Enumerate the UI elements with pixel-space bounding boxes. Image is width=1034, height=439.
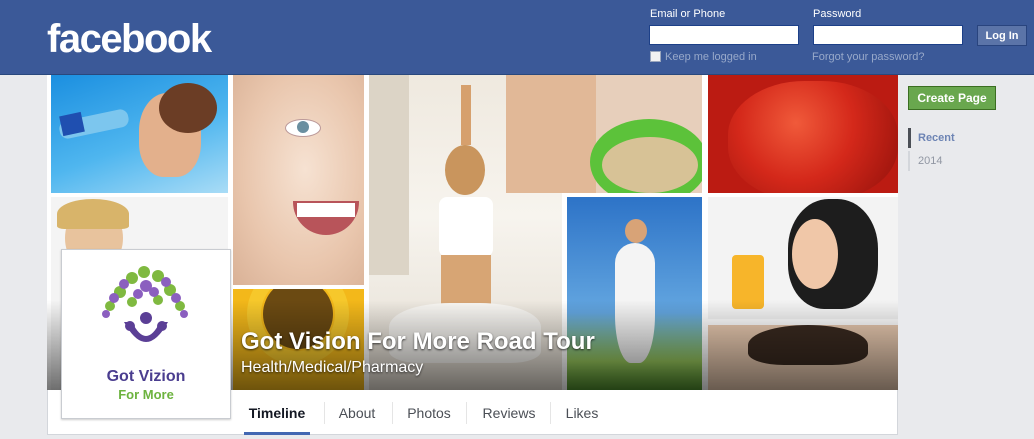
create-page-button[interactable]: Create Page xyxy=(908,86,996,110)
timeline-recent-link[interactable]: Recent xyxy=(918,132,955,144)
tree-logo-icon xyxy=(102,266,188,342)
page-category: Health/Medical/Pharmacy xyxy=(241,359,424,376)
tab-likes[interactable]: Likes xyxy=(560,390,604,435)
tab-reviews[interactable]: Reviews xyxy=(476,390,542,435)
cover-tile-cereal-bowl xyxy=(506,75,702,193)
cover-tile-drinking-water xyxy=(51,75,228,193)
tab-timeline[interactable]: Timeline xyxy=(244,390,310,435)
cover-tile-woman-face xyxy=(233,75,364,285)
password-input[interactable] xyxy=(813,25,963,45)
tab-about[interactable]: About xyxy=(328,390,386,435)
tab-divider xyxy=(324,402,325,424)
email-label: Email or Phone xyxy=(650,8,726,20)
tab-divider xyxy=(392,402,393,424)
tab-divider xyxy=(466,402,467,424)
cover-tile-apple xyxy=(708,75,898,193)
facebook-logo[interactable]: facebook xyxy=(47,17,212,62)
timeline-year-link[interactable]: 2014 xyxy=(918,155,942,167)
email-input[interactable] xyxy=(649,25,799,45)
login-button[interactable]: Log In xyxy=(977,25,1027,46)
page-title[interactable]: Got Vision For More Road Tour xyxy=(241,328,595,356)
profile-picture[interactable]: Got Vizion For More xyxy=(61,249,231,419)
year-marker xyxy=(908,151,910,171)
profile-logo-text: Got Vizion xyxy=(106,368,186,385)
password-label: Password xyxy=(813,8,862,20)
tab-divider xyxy=(550,402,551,424)
keep-logged-in-checkbox[interactable] xyxy=(650,51,661,62)
recent-marker xyxy=(908,128,911,148)
profile-logo-subtext: For More xyxy=(118,387,174,402)
keep-logged-in-label[interactable]: Keep me logged in xyxy=(665,51,757,63)
forgot-password-link[interactable]: Forgot your password? xyxy=(812,51,925,63)
tab-photos[interactable]: Photos xyxy=(400,390,458,435)
